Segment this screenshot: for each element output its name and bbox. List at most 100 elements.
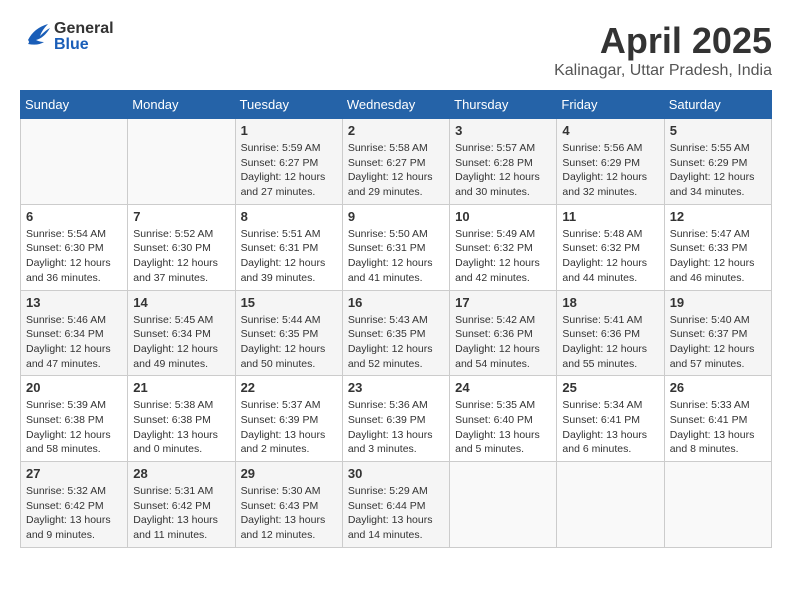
day-info: Sunrise: 5:47 AM Sunset: 6:33 PM Dayligh…: [670, 227, 766, 286]
day-info: Sunrise: 5:42 AM Sunset: 6:36 PM Dayligh…: [455, 313, 551, 372]
weekday-header: Wednesday: [342, 91, 449, 119]
calendar-day-cell: 23 Sunrise: 5:36 AM Sunset: 6:39 PM Dayli…: [342, 376, 449, 462]
day-number: 25: [562, 380, 658, 395]
calendar-day-cell: 1Sunrise: 5:59 AM Sunset: 6:27 PM Daylig…: [235, 119, 342, 205]
day-number: 1: [241, 123, 337, 138]
weekday-header: Tuesday: [235, 91, 342, 119]
calendar-day-cell: 30 Sunrise: 5:29 AM Sunset: 6:44 PM Dayli…: [342, 462, 449, 548]
calendar-day-cell: [664, 462, 771, 548]
day-number: 13: [26, 295, 122, 310]
calendar-day-cell: 18 Sunrise: 5:41 AM Sunset: 6:36 PM Dayli…: [557, 290, 664, 376]
day-number: 23: [348, 380, 444, 395]
weekday-header: Thursday: [450, 91, 557, 119]
logo-text: General Blue: [54, 21, 114, 53]
calendar-day-cell: 17 Sunrise: 5:42 AM Sunset: 6:36 PM Dayli…: [450, 290, 557, 376]
weekday-header: Friday: [557, 91, 664, 119]
day-number: 27: [26, 466, 122, 481]
day-info: Sunrise: 5:48 AM Sunset: 6:32 PM Dayligh…: [562, 227, 658, 286]
day-info: Sunrise: 5:38 AM Sunset: 6:38 PM Dayligh…: [133, 398, 229, 457]
calendar-day-cell: 4 Sunrise: 5:56 AM Sunset: 6:29 PM Daylig…: [557, 119, 664, 205]
calendar-day-cell: 21 Sunrise: 5:38 AM Sunset: 6:38 PM Dayli…: [128, 376, 235, 462]
month-title: April 2025: [554, 20, 772, 62]
calendar-week-row: 1Sunrise: 5:59 AM Sunset: 6:27 PM Daylig…: [21, 119, 772, 205]
day-number: 18: [562, 295, 658, 310]
day-number: 30: [348, 466, 444, 481]
day-info: Sunrise: 5:50 AM Sunset: 6:31 PM Dayligh…: [348, 227, 444, 286]
calendar-day-cell: 11 Sunrise: 5:48 AM Sunset: 6:32 PM Dayli…: [557, 204, 664, 290]
day-info: Sunrise: 5:32 AM Sunset: 6:42 PM Dayligh…: [26, 484, 122, 543]
day-number: 11: [562, 209, 658, 224]
calendar-day-cell: 15 Sunrise: 5:44 AM Sunset: 6:35 PM Dayli…: [235, 290, 342, 376]
day-info: Sunrise: 5:41 AM Sunset: 6:36 PM Dayligh…: [562, 313, 658, 372]
day-number: 3: [455, 123, 551, 138]
calendar-day-cell: 5 Sunrise: 5:55 AM Sunset: 6:29 PM Daylig…: [664, 119, 771, 205]
day-info: Sunrise: 5:33 AM Sunset: 6:41 PM Dayligh…: [670, 398, 766, 457]
day-number: 28: [133, 466, 229, 481]
calendar-day-cell: 24Sunrise: 5:35 AM Sunset: 6:40 PM Dayli…: [450, 376, 557, 462]
calendar-day-cell: 25 Sunrise: 5:34 AM Sunset: 6:41 PM Dayli…: [557, 376, 664, 462]
calendar-day-cell: 7 Sunrise: 5:52 AM Sunset: 6:30 PM Daylig…: [128, 204, 235, 290]
day-info: Sunrise: 5:55 AM Sunset: 6:29 PM Dayligh…: [670, 141, 766, 200]
day-info: Sunrise: 5:31 AM Sunset: 6:42 PM Dayligh…: [133, 484, 229, 543]
calendar-day-cell: 2 Sunrise: 5:58 AM Sunset: 6:27 PM Daylig…: [342, 119, 449, 205]
day-number: 19: [670, 295, 766, 310]
day-info: Sunrise: 5:54 AM Sunset: 6:30 PM Dayligh…: [26, 227, 122, 286]
day-info: Sunrise: 5:57 AM Sunset: 6:28 PM Dayligh…: [455, 141, 551, 200]
calendar-day-cell: 26 Sunrise: 5:33 AM Sunset: 6:41 PM Dayli…: [664, 376, 771, 462]
day-number: 15: [241, 295, 337, 310]
day-number: 14: [133, 295, 229, 310]
day-info: Sunrise: 5:58 AM Sunset: 6:27 PM Dayligh…: [348, 141, 444, 200]
day-info: Sunrise: 5:34 AM Sunset: 6:41 PM Dayligh…: [562, 398, 658, 457]
logo-blue: Blue: [54, 37, 114, 53]
day-info: Sunrise: 5:37 AM Sunset: 6:39 PM Dayligh…: [241, 398, 337, 457]
day-number: 21: [133, 380, 229, 395]
day-info: Sunrise: 5:30 AM Sunset: 6:43 PM Dayligh…: [241, 484, 337, 543]
title-section: April 2025 Kalinagar, Uttar Pradesh, Ind…: [554, 20, 772, 80]
day-number: 17: [455, 295, 551, 310]
calendar-week-row: 20 Sunrise: 5:39 AM Sunset: 6:38 PM Dayli…: [21, 376, 772, 462]
day-number: 20: [26, 380, 122, 395]
logo-general: General: [54, 21, 114, 37]
header: General Blue April 2025 Kalinagar, Uttar…: [20, 20, 772, 80]
day-info: Sunrise: 5:36 AM Sunset: 6:39 PM Dayligh…: [348, 398, 444, 457]
calendar-day-cell: 19Sunrise: 5:40 AM Sunset: 6:37 PM Dayli…: [664, 290, 771, 376]
calendar-day-cell: 27 Sunrise: 5:32 AM Sunset: 6:42 PM Dayli…: [21, 462, 128, 548]
day-number: 5: [670, 123, 766, 138]
day-number: 2: [348, 123, 444, 138]
day-info: Sunrise: 5:56 AM Sunset: 6:29 PM Dayligh…: [562, 141, 658, 200]
day-info: Sunrise: 5:46 AM Sunset: 6:34 PM Dayligh…: [26, 313, 122, 372]
calendar-day-cell: [557, 462, 664, 548]
day-number: 6: [26, 209, 122, 224]
calendar-day-cell: 9 Sunrise: 5:50 AM Sunset: 6:31 PM Daylig…: [342, 204, 449, 290]
day-number: 26: [670, 380, 766, 395]
day-info: Sunrise: 5:45 AM Sunset: 6:34 PM Dayligh…: [133, 313, 229, 372]
calendar-week-row: 27 Sunrise: 5:32 AM Sunset: 6:42 PM Dayli…: [21, 462, 772, 548]
calendar-day-cell: 8Sunrise: 5:51 AM Sunset: 6:31 PM Daylig…: [235, 204, 342, 290]
calendar-day-cell: 22 Sunrise: 5:37 AM Sunset: 6:39 PM Dayli…: [235, 376, 342, 462]
day-number: 12: [670, 209, 766, 224]
calendar-week-row: 6 Sunrise: 5:54 AM Sunset: 6:30 PM Daylig…: [21, 204, 772, 290]
calendar-day-cell: 13 Sunrise: 5:46 AM Sunset: 6:34 PM Dayli…: [21, 290, 128, 376]
calendar-day-cell: 14 Sunrise: 5:45 AM Sunset: 6:34 PM Dayli…: [128, 290, 235, 376]
day-number: 16: [348, 295, 444, 310]
day-info: Sunrise: 5:43 AM Sunset: 6:35 PM Dayligh…: [348, 313, 444, 372]
day-info: Sunrise: 5:39 AM Sunset: 6:38 PM Dayligh…: [26, 398, 122, 457]
day-info: Sunrise: 5:29 AM Sunset: 6:44 PM Dayligh…: [348, 484, 444, 543]
day-info: Sunrise: 5:44 AM Sunset: 6:35 PM Dayligh…: [241, 313, 337, 372]
day-number: 4: [562, 123, 658, 138]
calendar-day-cell: [128, 119, 235, 205]
calendar-day-cell: 3 Sunrise: 5:57 AM Sunset: 6:28 PM Daylig…: [450, 119, 557, 205]
day-info: Sunrise: 5:51 AM Sunset: 6:31 PM Dayligh…: [241, 227, 337, 286]
calendar-header-row: SundayMondayTuesdayWednesdayThursdayFrid…: [21, 91, 772, 119]
location-title: Kalinagar, Uttar Pradesh, India: [554, 62, 772, 80]
calendar-day-cell: [21, 119, 128, 205]
calendar-day-cell: 10Sunrise: 5:49 AM Sunset: 6:32 PM Dayli…: [450, 204, 557, 290]
calendar-week-row: 13 Sunrise: 5:46 AM Sunset: 6:34 PM Dayli…: [21, 290, 772, 376]
weekday-header: Sunday: [21, 91, 128, 119]
day-number: 22: [241, 380, 337, 395]
day-number: 7: [133, 209, 229, 224]
day-number: 9: [348, 209, 444, 224]
day-info: Sunrise: 5:52 AM Sunset: 6:30 PM Dayligh…: [133, 227, 229, 286]
logo-bird-icon: [20, 20, 52, 53]
day-number: 29: [241, 466, 337, 481]
